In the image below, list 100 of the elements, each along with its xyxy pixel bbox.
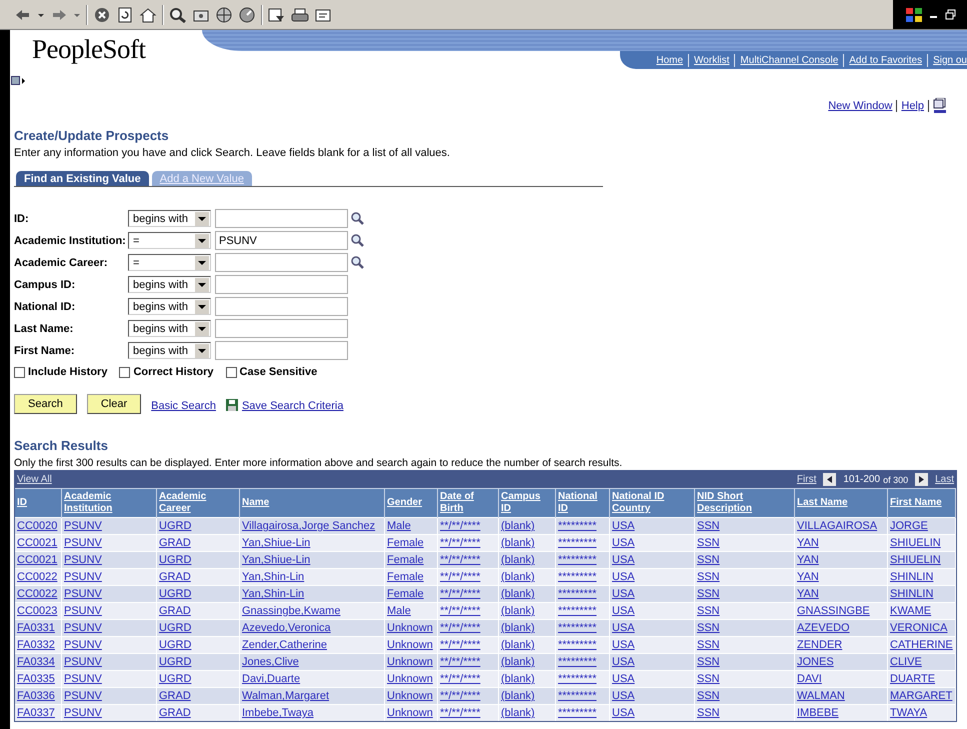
caret-icon — [195, 322, 209, 336]
page-range: 101-200 — [843, 474, 880, 485]
link[interactable]: Save Search Criteria — [242, 400, 344, 412]
checkbox[interactable] — [226, 366, 237, 378]
input-field[interactable] — [215, 341, 348, 360]
nav-link[interactable]: Worklist — [694, 54, 730, 66]
table-link[interactable]: SSN — [697, 690, 720, 702]
field-label: National ID: — [14, 300, 76, 312]
table-link[interactable]: SSN — [697, 673, 720, 685]
last-link[interactable]: Last — [935, 474, 954, 485]
section-title: Search Results — [14, 438, 109, 453]
table-link[interactable]: SSN — [697, 639, 720, 651]
table-link[interactable]: SSN — [697, 588, 720, 600]
table-link[interactable]: USA — [612, 673, 635, 685]
table-link[interactable]: SSN — [697, 554, 720, 566]
table-link[interactable]: SSN — [697, 656, 720, 668]
table-link[interactable]: SSN — [697, 571, 720, 583]
search-icon[interactable] — [351, 256, 364, 269]
table-link[interactable]: SSN — [697, 605, 720, 617]
input-field[interactable] — [215, 253, 348, 272]
table-link[interactable]: USA — [612, 656, 635, 668]
util-link[interactable]: New Window — [828, 100, 892, 112]
table-link[interactable]: SSN — [697, 707, 720, 719]
caret-icon — [195, 212, 209, 226]
table-link[interactable]: USA — [612, 571, 635, 583]
operator-dropdown[interactable]: = — [128, 254, 211, 271]
peoplesoft-logo: PeopleSoft — [31, 33, 147, 66]
checkbox-label: Case Sensitive — [240, 366, 318, 378]
checkbox-label: Include History — [28, 366, 108, 378]
util-link[interactable]: Help — [901, 100, 924, 112]
action-button[interactable]: Clear — [86, 394, 142, 414]
operator-dropdown[interactable]: begins with — [128, 298, 211, 315]
table-link[interactable]: DAVI — [797, 673, 822, 685]
nav-link[interactable]: Sign ou — [933, 54, 967, 66]
windows-logo-icon — [905, 6, 923, 22]
table-link[interactable]: USA — [612, 639, 635, 651]
nav-link[interactable]: Add to Favorites — [849, 54, 922, 66]
results-note: Only the first 300 results can be displayed. Enter more information above and search again to reduce the number of search results. — [14, 457, 624, 469]
checkbox-label: Correct History — [133, 366, 214, 378]
field-label: Campus ID: — [14, 278, 76, 290]
restore-icon[interactable] — [945, 6, 957, 22]
table-link[interactable]: USA — [612, 622, 635, 634]
input-field[interactable] — [215, 319, 348, 338]
home-icon[interactable] — [139, 6, 157, 22]
table-link[interactable]: SSN — [697, 537, 720, 549]
input-field[interactable] — [215, 297, 348, 316]
table-link[interactable]: YAN — [797, 537, 819, 549]
table-link[interactable]: USA — [612, 707, 635, 719]
view-all-link[interactable]: View All — [17, 474, 52, 485]
input-field[interactable]: PSUNV — [215, 231, 348, 250]
printer-icon[interactable] — [291, 6, 309, 22]
next-icon[interactable] — [915, 473, 928, 486]
nav-link[interactable]: Home — [656, 54, 684, 66]
globe-icon[interactable] — [215, 6, 233, 22]
table-link[interactable]: USA — [612, 554, 635, 566]
table-link[interactable]: USA — [612, 690, 635, 702]
checkbox[interactable] — [14, 366, 25, 378]
refresh-icon[interactable] — [116, 6, 134, 22]
result-total: of 300 — [883, 474, 908, 484]
edit-icon[interactable] — [314, 6, 332, 22]
caret-icon — [195, 300, 209, 314]
menu-toggle-icon[interactable] — [11, 76, 25, 86]
page-title: Create/Update Prospects — [14, 128, 170, 143]
operator-dropdown[interactable]: begins with — [128, 210, 211, 227]
caret-icon — [195, 234, 209, 248]
operator-dropdown[interactable]: = — [128, 232, 211, 249]
stop-icon[interactable] — [93, 6, 111, 22]
field-label: ID: — [14, 212, 30, 224]
action-button[interactable]: Search — [14, 394, 77, 414]
table-link[interactable]: USA — [612, 588, 635, 600]
input-field[interactable] — [215, 209, 348, 228]
first-link[interactable]: First — [796, 474, 816, 485]
caret-icon — [195, 344, 209, 358]
previous-icon[interactable] — [823, 473, 836, 486]
search-icon[interactable] — [351, 212, 364, 225]
input-field[interactable] — [215, 275, 348, 294]
table-link[interactable]: SSN — [697, 622, 720, 634]
caret-icon — [195, 256, 209, 270]
table-link[interactable]: YAN — [797, 554, 819, 566]
field-label: Last Name: — [14, 322, 74, 334]
table-link[interactable]: YAN — [797, 588, 819, 600]
operator-dropdown[interactable]: begins with — [128, 320, 211, 337]
http-page-icon[interactable] — [933, 98, 947, 114]
search-icon[interactable] — [169, 6, 187, 22]
operator-dropdown[interactable]: begins with — [128, 342, 211, 359]
checkbox[interactable] — [119, 366, 130, 378]
nav-link[interactable]: MultiChannel Console — [740, 54, 838, 66]
table-link[interactable]: SSN — [697, 520, 720, 532]
table-link[interactable]: USA — [612, 605, 635, 617]
field-label: Academic Career: — [14, 256, 109, 268]
search-icon[interactable] — [351, 234, 364, 247]
instructions-text: Enter any information you have and click Search. Leave fields blank for a list of all values. — [14, 147, 451, 159]
table-link[interactable]: USA — [612, 520, 635, 532]
tab[interactable]: Find an Existing Value — [16, 171, 149, 186]
caret-icon — [195, 278, 209, 292]
operator-dropdown[interactable]: begins with — [128, 276, 211, 293]
field-label: First Name: — [14, 344, 76, 356]
link[interactable]: Basic Search — [151, 400, 216, 412]
table-link[interactable]: USA — [612, 537, 635, 549]
table-link[interactable]: YAN — [797, 571, 819, 583]
